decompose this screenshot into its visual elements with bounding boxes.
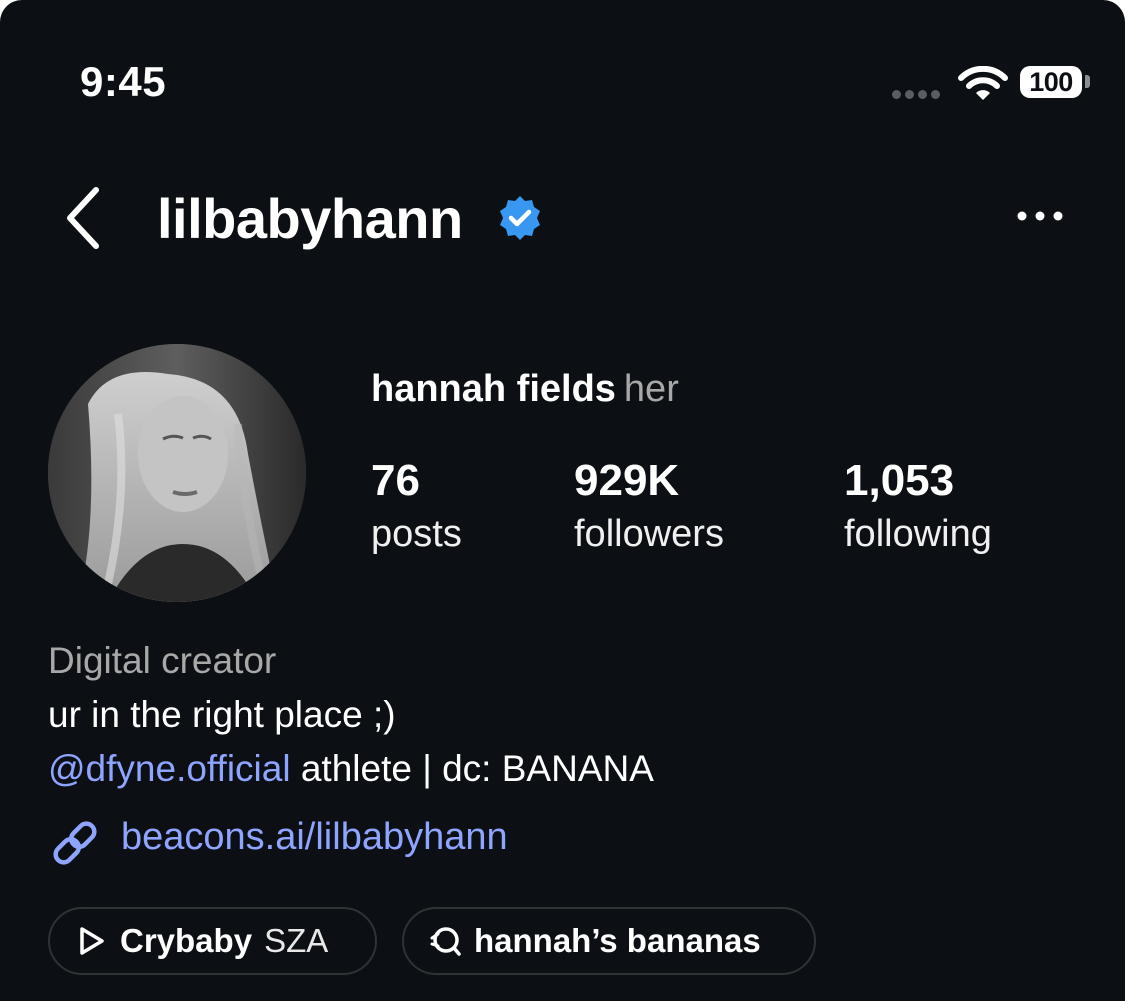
external-link[interactable]: beacons.ai/lilbabyhann [121, 816, 508, 859]
stat-value: 929K [574, 456, 680, 505]
stat-value: 1,053 [844, 456, 955, 505]
mention-link[interactable]: @dfyne.official [48, 748, 291, 789]
bio-line-mention: @dfyne.official athlete | dc: BANANA [48, 748, 654, 790]
stat-following[interactable]: 1,053 following [844, 456, 992, 562]
stat-posts[interactable]: 76 posts [371, 456, 462, 562]
profile-username: lilbabyhann [157, 187, 463, 250]
pronouns: her [623, 368, 679, 410]
verified-badge-icon [500, 196, 540, 240]
song-title: Crybaby [120, 922, 253, 959]
play-icon [80, 927, 104, 955]
profile-category: Digital creator [48, 640, 277, 681]
avatar-photo [48, 344, 306, 602]
stat-label: followers [574, 513, 724, 555]
battery-cap [1085, 75, 1090, 88]
chat-title: hannah’s bananas [474, 922, 761, 959]
threads-chip[interactable]: hannah’s bananas [402, 907, 816, 975]
link-icon [53, 821, 97, 865]
music-chip[interactable]: Crybaby SZA [48, 907, 377, 975]
song-artist: SZA [264, 922, 329, 959]
ellipsis-icon [1017, 211, 1063, 221]
chevron-left-icon [67, 187, 99, 249]
profile-screen: 9:45 100 lilbabyhann hannah fields her 7… [0, 0, 1125, 1001]
threads-icon [430, 927, 461, 956]
signal-dots-icon [892, 90, 940, 99]
status-time: 9:45 [80, 58, 167, 105]
bio-text: athlete | dc: BANANA [290, 748, 654, 789]
more-options-button[interactable] [1010, 196, 1070, 236]
wifi-icon [958, 66, 1008, 100]
stat-label: posts [371, 513, 462, 555]
avatar[interactable] [48, 344, 306, 602]
display-name: hannah fields [371, 368, 616, 410]
battery-icon: 100 [1020, 66, 1082, 98]
stat-followers[interactable]: 929K followers [574, 456, 724, 562]
back-button[interactable] [56, 182, 112, 254]
profile-name-row: hannah fields her [371, 368, 679, 411]
stat-value: 76 [371, 456, 420, 505]
bio-line: ur in the right place ;) [48, 694, 396, 735]
stat-label: following [844, 513, 992, 555]
